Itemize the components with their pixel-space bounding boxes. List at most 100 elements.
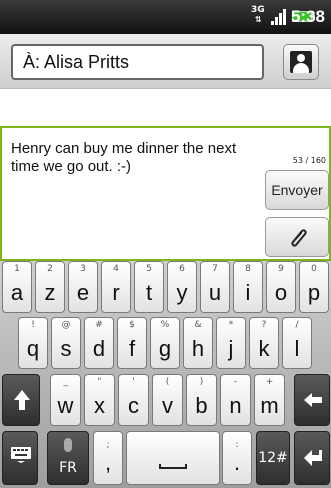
enter-key[interactable] bbox=[294, 431, 330, 485]
key-label: v bbox=[162, 393, 173, 418]
key-label: k bbox=[258, 336, 270, 361]
key-alt-label: _ bbox=[63, 377, 68, 387]
key-w[interactable]: _ w bbox=[50, 374, 81, 426]
keyboard-settings-key[interactable] bbox=[2, 431, 38, 485]
key-alt-label: / bbox=[295, 320, 299, 330]
key-p[interactable]: 0p bbox=[299, 261, 329, 313]
status-bar: 3G ⇅ 5:38 bbox=[0, 0, 331, 34]
key-t[interactable]: 5t bbox=[134, 261, 164, 313]
key-alt-label: ( bbox=[165, 377, 170, 387]
key-alt-label: * bbox=[228, 320, 234, 330]
key-k[interactable]: ? k bbox=[249, 317, 279, 369]
key-label: l bbox=[294, 336, 300, 361]
key-label: o bbox=[274, 280, 288, 305]
key-d[interactable]: # d bbox=[84, 317, 114, 369]
key-alt-label: 6 bbox=[179, 264, 185, 274]
key-label: w bbox=[57, 393, 74, 418]
paperclip-icon bbox=[291, 229, 307, 247]
key-q[interactable]: ! q bbox=[18, 317, 48, 369]
space-bar-icon bbox=[159, 464, 187, 469]
key-l[interactable]: / l bbox=[282, 317, 312, 369]
recipient-bar: À: Alisa Pritts bbox=[0, 34, 331, 88]
keyboard-icon bbox=[11, 447, 31, 463]
key-label: s bbox=[60, 336, 72, 361]
key-b[interactable]: ) b bbox=[186, 374, 217, 426]
key-label: q bbox=[26, 336, 40, 361]
shift-key[interactable] bbox=[2, 374, 40, 426]
message-composer: Henry can buy me dinner the next time we… bbox=[0, 126, 331, 261]
key-alt-label: 4 bbox=[113, 264, 119, 274]
key-label: n bbox=[229, 393, 242, 418]
key-alt-label: $ bbox=[129, 320, 135, 330]
network-3g-icon: 3G ⇅ bbox=[251, 5, 265, 25]
key-label: h bbox=[191, 336, 205, 361]
key-o[interactable]: 9o bbox=[266, 261, 296, 313]
key-y[interactable]: 6y bbox=[167, 261, 197, 313]
key-label: z bbox=[44, 280, 56, 305]
key-v[interactable]: (v bbox=[152, 374, 183, 426]
key-m[interactable]: + m bbox=[254, 374, 285, 426]
key-alt-label: ! bbox=[31, 320, 35, 330]
key-z[interactable]: 2z bbox=[35, 261, 65, 313]
person-icon bbox=[290, 51, 312, 73]
space-key[interactable] bbox=[126, 431, 220, 485]
key-label: e bbox=[76, 280, 90, 305]
key-alt-label: - bbox=[233, 377, 238, 387]
conversation-area bbox=[0, 88, 331, 127]
key-alt-label: # bbox=[95, 320, 103, 330]
contacts-button[interactable] bbox=[283, 44, 319, 80]
numbers-key[interactable]: 12# bbox=[256, 431, 290, 485]
backspace-key[interactable] bbox=[294, 374, 330, 426]
attach-button[interactable] bbox=[265, 217, 329, 257]
language-label: FR bbox=[59, 460, 77, 476]
character-counter: 53 / 160 bbox=[292, 156, 326, 165]
key-alt-label: + bbox=[265, 377, 274, 387]
key-label: g bbox=[158, 336, 172, 361]
key-alt-label: 5 bbox=[146, 264, 152, 274]
key-alt-label: 0 bbox=[311, 264, 317, 274]
key-label: p bbox=[307, 280, 321, 305]
recipient-text: À: Alisa Pritts bbox=[23, 52, 130, 72]
shift-arrow-icon bbox=[14, 390, 30, 410]
signal-strength-icon bbox=[271, 9, 287, 25]
key-f[interactable]: $ f bbox=[117, 317, 147, 369]
key-x[interactable]: " x bbox=[84, 374, 115, 426]
key-g[interactable]: % g bbox=[150, 317, 180, 369]
network-type-label: 3G bbox=[251, 5, 265, 15]
key-h[interactable]: & h bbox=[183, 317, 213, 369]
key-i[interactable]: 8i bbox=[233, 261, 263, 313]
key-u[interactable]: 7u bbox=[200, 261, 230, 313]
key-label: m bbox=[260, 393, 279, 418]
key-alt-label: ? bbox=[261, 320, 267, 330]
key-label: c bbox=[128, 393, 139, 418]
key-label: u bbox=[208, 280, 222, 305]
period-key[interactable]: : . bbox=[222, 431, 252, 485]
key-alt-label: % bbox=[160, 320, 170, 330]
key-label: b bbox=[195, 393, 208, 418]
key-label: t bbox=[145, 280, 153, 305]
key-n[interactable]: -n bbox=[220, 374, 251, 426]
key-alt-label: @ bbox=[61, 320, 71, 330]
key-alt-label: " bbox=[97, 377, 102, 387]
key-label: i bbox=[245, 280, 251, 305]
key-label: r bbox=[112, 280, 120, 305]
key-s[interactable]: @ s bbox=[51, 317, 81, 369]
message-input[interactable]: Henry can buy me dinner the next time we… bbox=[11, 140, 251, 176]
key-a[interactable]: 1a bbox=[2, 261, 32, 313]
key-label: y bbox=[176, 280, 188, 305]
key-r[interactable]: 4r bbox=[101, 261, 131, 313]
key-e[interactable]: 3e bbox=[68, 261, 98, 313]
key-alt-label: 8 bbox=[245, 264, 251, 274]
key-alt-label: 9 bbox=[278, 264, 284, 274]
clock: 5:38 bbox=[290, 7, 325, 26]
key-alt-label: ' bbox=[132, 377, 135, 387]
key-j[interactable]: * j bbox=[216, 317, 246, 369]
key-label: j bbox=[228, 336, 234, 361]
key-c[interactable]: ' c bbox=[118, 374, 149, 426]
key-alt-label: 1 bbox=[14, 264, 20, 274]
language-key[interactable]: FR bbox=[47, 431, 89, 485]
send-button[interactable]: Envoyer bbox=[265, 170, 329, 210]
key-label: a bbox=[10, 280, 24, 305]
recipient-field[interactable]: À: Alisa Pritts bbox=[11, 44, 264, 80]
comma-key[interactable]: ; , bbox=[93, 431, 123, 485]
